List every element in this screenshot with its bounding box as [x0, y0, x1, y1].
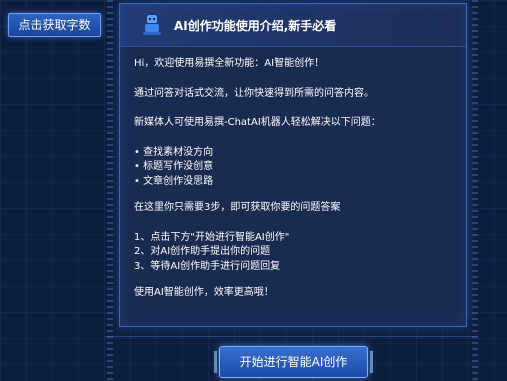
lead-text: 新媒体人可使用易撰-ChatAI机器人轻松解决以下问题： — [134, 117, 381, 128]
step-item: 3、等待AI创作助手进行问题回复 — [134, 260, 281, 272]
panel-body: Hi，欢迎使用易撰全新功能：AI智能创作！ 通过问答对话式交流，让你快速得到所需… — [120, 47, 466, 301]
step-item: 2、对AI创作助手提出你的问题 — [134, 246, 271, 257]
intro-panel: AI创作功能使用介绍,新手必看 Hi，欢迎使用易撰全新功能：AI智能创作！ 通过… — [119, 3, 467, 327]
intro-text: Hi，欢迎使用易撰全新功能：AI智能创作！ — [134, 58, 325, 69]
desc-text: 通过问答对话式交流，让你快速得到所需的问答内容。 — [134, 87, 374, 99]
bullet-item: • 文章创作没思路 — [134, 175, 214, 187]
right-decor-rail — [472, 0, 478, 380]
left-decor-rail — [107, 0, 113, 380]
panel-header: AI创作功能使用介绍,新手必看 — [120, 4, 466, 47]
steps-intro-text: 在这里你只需要3步，即可获取你要的问题答案 — [134, 202, 341, 213]
panel-title: AI创作功能使用介绍,新手必看 — [174, 18, 337, 33]
robot-icon — [142, 14, 162, 36]
bullet-item: • 标题写作没创意 — [134, 161, 214, 172]
start-ai-creation-button[interactable]: 开始进行智能AI创作 — [214, 346, 373, 378]
closing-text: 使用AI智能创作，效率更高哦！ — [134, 287, 274, 298]
step-item: 1、点击下方"开始进行智能AI创作" — [134, 231, 290, 243]
bullet-item: • 查找素材没方向 — [134, 146, 214, 158]
get-word-count-button[interactable]: 点击获取字数 — [8, 13, 101, 37]
